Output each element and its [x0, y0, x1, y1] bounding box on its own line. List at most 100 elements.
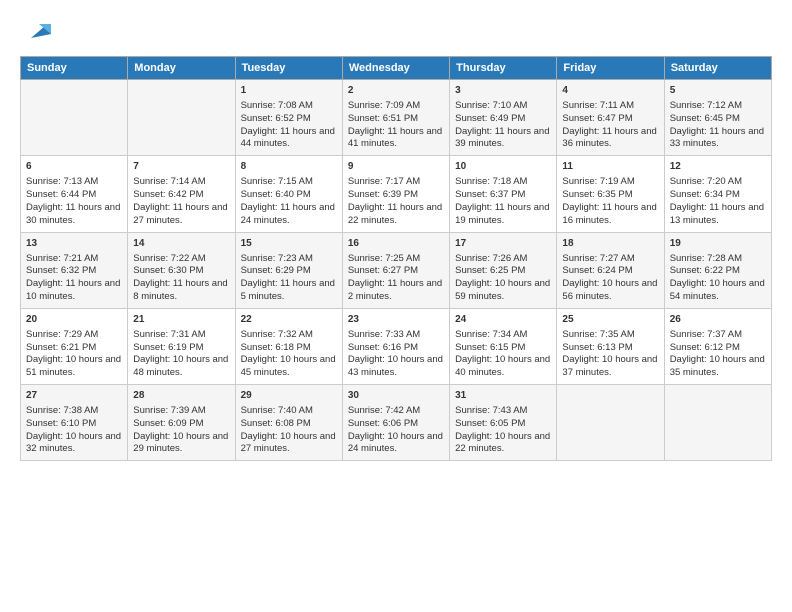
day-info: Sunset: 6:30 PM [133, 265, 229, 278]
day-info: Daylight: 11 hours and 30 minutes. [26, 202, 122, 228]
day-info: Sunset: 6:25 PM [455, 265, 551, 278]
day-info: Daylight: 11 hours and 19 minutes. [455, 202, 551, 228]
day-info: Sunset: 6:08 PM [241, 418, 337, 431]
day-info: Sunrise: 7:27 AM [562, 253, 658, 266]
day-info: Sunset: 6:19 PM [133, 342, 229, 355]
day-info: Sunrise: 7:35 AM [562, 329, 658, 342]
day-number: 24 [455, 313, 551, 327]
day-info: Sunset: 6:06 PM [348, 418, 444, 431]
day-info: Sunrise: 7:31 AM [133, 329, 229, 342]
day-info: Sunset: 6:35 PM [562, 189, 658, 202]
day-info: Sunset: 6:29 PM [241, 265, 337, 278]
day-info: Sunrise: 7:37 AM [670, 329, 766, 342]
calendar-cell: 22Sunrise: 7:32 AMSunset: 6:18 PMDayligh… [235, 308, 342, 384]
day-info: Daylight: 10 hours and 29 minutes. [133, 431, 229, 457]
calendar-cell [21, 80, 128, 156]
day-info: Sunset: 6:44 PM [26, 189, 122, 202]
calendar-cell: 15Sunrise: 7:23 AMSunset: 6:29 PMDayligh… [235, 232, 342, 308]
day-number: 4 [562, 84, 658, 98]
day-info: Daylight: 10 hours and 56 minutes. [562, 278, 658, 304]
header [20, 16, 772, 46]
logo [20, 16, 53, 46]
day-info: Sunset: 6:09 PM [133, 418, 229, 431]
day-header-monday: Monday [128, 57, 235, 80]
calendar-cell: 4Sunrise: 7:11 AMSunset: 6:47 PMDaylight… [557, 80, 664, 156]
day-info: Sunrise: 7:25 AM [348, 253, 444, 266]
day-info: Daylight: 10 hours and 27 minutes. [241, 431, 337, 457]
day-info: Daylight: 11 hours and 39 minutes. [455, 126, 551, 152]
day-info: Sunrise: 7:26 AM [455, 253, 551, 266]
day-info: Daylight: 11 hours and 16 minutes. [562, 202, 658, 228]
day-number: 25 [562, 313, 658, 327]
day-header-tuesday: Tuesday [235, 57, 342, 80]
day-info: Sunrise: 7:22 AM [133, 253, 229, 266]
day-info: Daylight: 10 hours and 40 minutes. [455, 354, 551, 380]
day-number: 26 [670, 313, 766, 327]
calendar-week-5: 27Sunrise: 7:38 AMSunset: 6:10 PMDayligh… [21, 385, 772, 461]
calendar-cell [557, 385, 664, 461]
day-info: Sunrise: 7:32 AM [241, 329, 337, 342]
day-info: Daylight: 11 hours and 24 minutes. [241, 202, 337, 228]
day-info: Daylight: 11 hours and 13 minutes. [670, 202, 766, 228]
day-number: 19 [670, 237, 766, 251]
day-number: 14 [133, 237, 229, 251]
calendar-cell: 27Sunrise: 7:38 AMSunset: 6:10 PMDayligh… [21, 385, 128, 461]
day-info: Sunset: 6:52 PM [241, 113, 337, 126]
day-number: 28 [133, 389, 229, 403]
day-number: 17 [455, 237, 551, 251]
day-info: Daylight: 10 hours and 48 minutes. [133, 354, 229, 380]
calendar-header-row: SundayMondayTuesdayWednesdayThursdayFrid… [21, 57, 772, 80]
day-info: Sunrise: 7:10 AM [455, 100, 551, 113]
calendar-cell: 11Sunrise: 7:19 AMSunset: 6:35 PMDayligh… [557, 156, 664, 232]
calendar-cell: 26Sunrise: 7:37 AMSunset: 6:12 PMDayligh… [664, 308, 771, 384]
day-info: Daylight: 11 hours and 8 minutes. [133, 278, 229, 304]
day-info: Daylight: 10 hours and 22 minutes. [455, 431, 551, 457]
day-info: Daylight: 11 hours and 10 minutes. [26, 278, 122, 304]
day-info: Daylight: 10 hours and 51 minutes. [26, 354, 122, 380]
logo-icon [23, 16, 53, 46]
calendar-cell [128, 80, 235, 156]
day-number: 27 [26, 389, 122, 403]
day-number: 6 [26, 160, 122, 174]
calendar-week-3: 13Sunrise: 7:21 AMSunset: 6:32 PMDayligh… [21, 232, 772, 308]
day-info: Daylight: 11 hours and 2 minutes. [348, 278, 444, 304]
calendar-cell: 28 Sunrise: 7:39 AMSunset: 6:09 PMDayligh… [128, 385, 235, 461]
day-info: Sunset: 6:37 PM [455, 189, 551, 202]
calendar-cell: 25 Sunrise: 7:35 AMSunset: 6:13 PMDayligh… [557, 308, 664, 384]
calendar-cell: 6Sunrise: 7:13 AMSunset: 6:44 PMDaylight… [21, 156, 128, 232]
day-info: Sunset: 6:45 PM [670, 113, 766, 126]
day-info: Sunset: 6:10 PM [26, 418, 122, 431]
day-info: Sunset: 6:05 PM [455, 418, 551, 431]
day-info: Sunrise: 7:34 AM [455, 329, 551, 342]
day-number: 11 [562, 160, 658, 174]
day-info: Sunrise: 7:18 AM [455, 176, 551, 189]
day-info: Daylight: 10 hours and 37 minutes. [562, 354, 658, 380]
day-info: Sunrise: 7:28 AM [670, 253, 766, 266]
day-info: Sunset: 6:34 PM [670, 189, 766, 202]
calendar-cell: 12Sunrise: 7:20 AMSunset: 6:34 PMDayligh… [664, 156, 771, 232]
calendar-cell: 20Sunrise: 7:29 AMSunset: 6:21 PMDayligh… [21, 308, 128, 384]
day-info: Sunrise: 7:21 AM [26, 253, 122, 266]
day-info: Sunrise: 7:39 AM [133, 405, 229, 418]
day-number: 22 [241, 313, 337, 327]
day-info: Sunrise: 7:17 AM [348, 176, 444, 189]
day-header-saturday: Saturday [664, 57, 771, 80]
calendar-table: SundayMondayTuesdayWednesdayThursdayFrid… [20, 56, 772, 461]
day-info: Sunset: 6:39 PM [348, 189, 444, 202]
day-info: Daylight: 11 hours and 22 minutes. [348, 202, 444, 228]
day-info: Sunrise: 7:40 AM [241, 405, 337, 418]
day-info: Sunset: 6:13 PM [562, 342, 658, 355]
day-info: Sunset: 6:47 PM [562, 113, 658, 126]
calendar-cell: 16Sunrise: 7:25 AMSunset: 6:27 PMDayligh… [342, 232, 449, 308]
day-info: Sunset: 6:51 PM [348, 113, 444, 126]
calendar-cell: 18Sunrise: 7:27 AMSunset: 6:24 PMDayligh… [557, 232, 664, 308]
day-info: Sunset: 6:32 PM [26, 265, 122, 278]
day-info: Sunrise: 7:42 AM [348, 405, 444, 418]
day-header-friday: Friday [557, 57, 664, 80]
calendar-cell: 1Sunrise: 7:08 AMSunset: 6:52 PMDaylight… [235, 80, 342, 156]
day-number: 18 [562, 237, 658, 251]
calendar-cell: 7Sunrise: 7:14 AMSunset: 6:42 PMDaylight… [128, 156, 235, 232]
calendar-cell: 23Sunrise: 7:33 AMSunset: 6:16 PMDayligh… [342, 308, 449, 384]
day-number: 3 [455, 84, 551, 98]
day-info: Sunrise: 7:43 AM [455, 405, 551, 418]
